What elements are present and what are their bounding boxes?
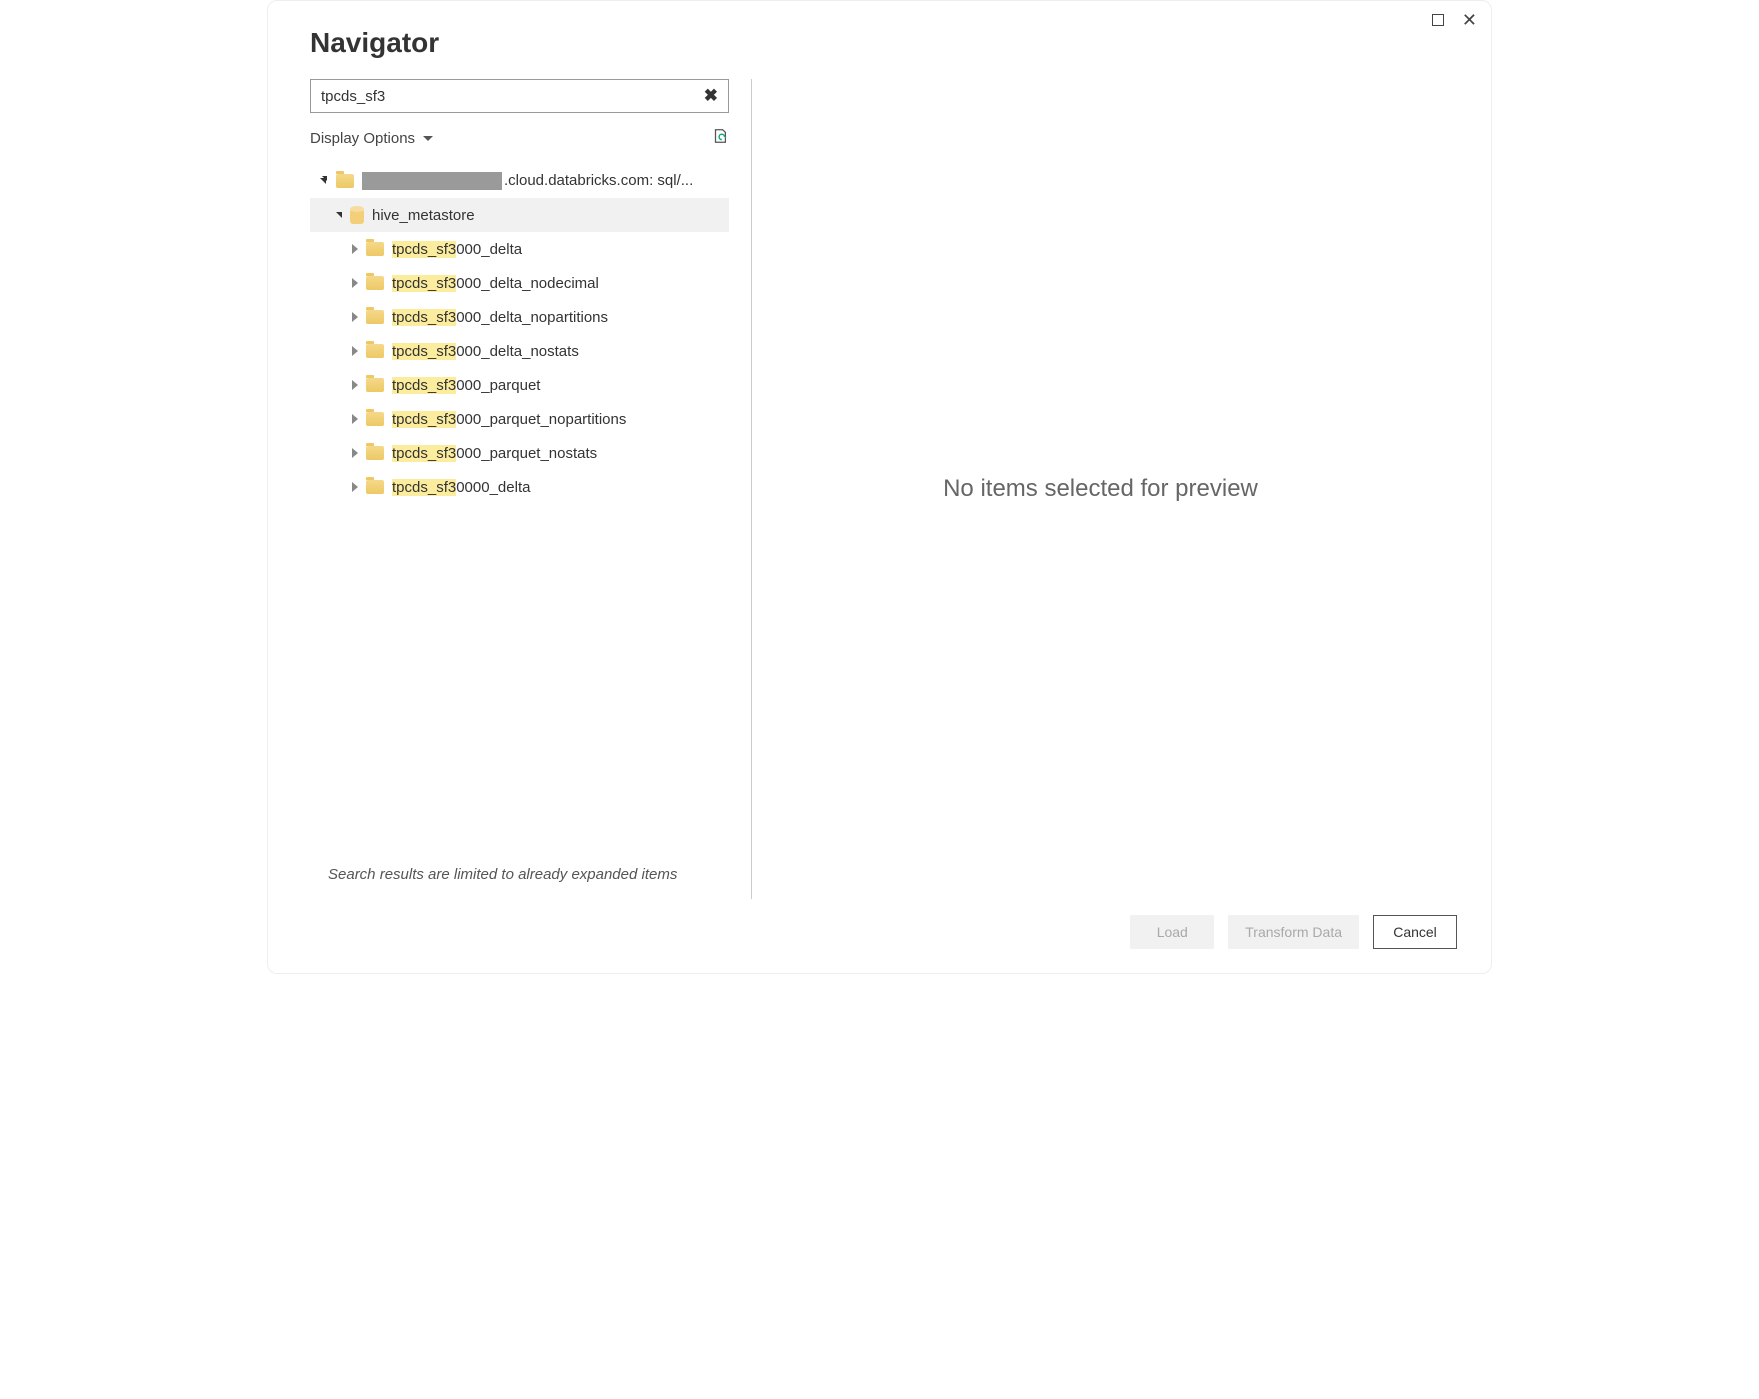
navigator-left-pane: ✖ Display Options .cloud.databricks.com:… <box>310 79 752 899</box>
tree-item-label: tpcds_sf3000_parquet_nopartitions <box>392 411 626 428</box>
tree-metastore-label: hive_metastore <box>372 207 475 224</box>
expander-icon[interactable] <box>348 346 362 356</box>
database-icon <box>350 206 364 224</box>
folder-icon <box>366 446 384 460</box>
dialog-header: Navigator <box>268 1 1491 67</box>
highlight: tpcds_sf3 <box>392 479 456 496</box>
tree-schema-item[interactable]: tpcds_sf3000_delta_nopartitions <box>310 300 729 334</box>
display-options-dropdown[interactable]: Display Options <box>310 130 433 147</box>
tree-item-label: tpcds_sf3000_parquet <box>392 377 540 394</box>
expander-icon[interactable] <box>348 244 362 254</box>
folder-icon <box>366 310 384 324</box>
tree-schema-item[interactable]: tpcds_sf3000_parquet <box>310 368 729 402</box>
folder-icon <box>366 378 384 392</box>
tree-schema-item[interactable]: tpcds_sf30000_delta <box>310 470 729 504</box>
search-box[interactable]: ✖ <box>310 79 729 113</box>
display-options-label: Display Options <box>310 130 415 147</box>
navigator-dialog: ✕ Navigator ✖ Display Options <box>267 0 1492 974</box>
expander-icon[interactable] <box>348 312 362 322</box>
tree-item-label: tpcds_sf3000_delta_nopartitions <box>392 309 608 326</box>
highlight: tpcds_sf3 <box>392 445 456 462</box>
expander-icon[interactable] <box>348 414 362 424</box>
tree-item-label: tpcds_sf30000_delta <box>392 479 530 496</box>
expander-icon[interactable] <box>348 278 362 288</box>
close-icon[interactable]: ✕ <box>1462 11 1477 29</box>
chevron-down-icon <box>423 136 433 141</box>
search-input[interactable] <box>319 87 702 106</box>
folder-icon <box>366 242 384 256</box>
expander-icon[interactable] <box>348 448 362 458</box>
dialog-title: Navigator <box>310 27 1449 59</box>
tree-schema-item[interactable]: tpcds_sf3000_parquet_nostats <box>310 436 729 470</box>
transform-data-button[interactable]: Transform Data <box>1228 915 1359 949</box>
tree-root[interactable]: .cloud.databricks.com: sql/... <box>310 164 729 198</box>
folder-icon <box>336 174 354 188</box>
preview-empty-message: No items selected for preview <box>943 475 1258 503</box>
expander-icon[interactable] <box>318 178 332 184</box>
clear-search-icon[interactable]: ✖ <box>702 86 720 106</box>
load-button[interactable]: Load <box>1130 915 1214 949</box>
expander-icon[interactable] <box>332 212 346 218</box>
refresh-icon[interactable] <box>711 127 729 150</box>
cancel-button[interactable]: Cancel <box>1373 915 1457 949</box>
tree-schema-item[interactable]: tpcds_sf3000_delta_nodecimal <box>310 266 729 300</box>
tree-item-label: tpcds_sf3000_delta_nodecimal <box>392 275 599 292</box>
restore-icon[interactable] <box>1432 11 1444 29</box>
highlight: tpcds_sf3 <box>392 309 456 326</box>
highlight: tpcds_sf3 <box>392 377 456 394</box>
tree-schema-item[interactable]: tpcds_sf3000_delta_nostats <box>310 334 729 368</box>
navigator-tree[interactable]: .cloud.databricks.com: sql/... hive_meta… <box>310 164 729 862</box>
dialog-footer: Load Transform Data Cancel <box>268 899 1491 973</box>
preview-pane: No items selected for preview <box>752 79 1449 899</box>
tree-metastore[interactable]: hive_metastore <box>310 198 729 232</box>
folder-icon <box>366 412 384 426</box>
search-hint: Search results are limited to already ex… <box>310 862 729 899</box>
tree-schema-item[interactable]: tpcds_sf3000_parquet_nopartitions <box>310 402 729 436</box>
expander-icon[interactable] <box>348 380 362 390</box>
window-controls: ✕ <box>1432 11 1477 29</box>
tree-root-label: .cloud.databricks.com: sql/... <box>362 172 693 190</box>
redacted-host <box>362 172 502 190</box>
highlight: tpcds_sf3 <box>392 343 456 360</box>
highlight: tpcds_sf3 <box>392 275 456 292</box>
folder-icon <box>366 276 384 290</box>
tree-item-label: tpcds_sf3000_delta_nostats <box>392 343 579 360</box>
highlight: tpcds_sf3 <box>392 411 456 428</box>
expander-icon[interactable] <box>348 482 362 492</box>
tree-item-label: tpcds_sf3000_parquet_nostats <box>392 445 597 462</box>
folder-icon <box>366 480 384 494</box>
highlight: tpcds_sf3 <box>392 241 456 258</box>
folder-icon <box>366 344 384 358</box>
tree-item-label: tpcds_sf3000_delta <box>392 241 522 258</box>
tree-schema-item[interactable]: tpcds_sf3000_delta <box>310 232 729 266</box>
